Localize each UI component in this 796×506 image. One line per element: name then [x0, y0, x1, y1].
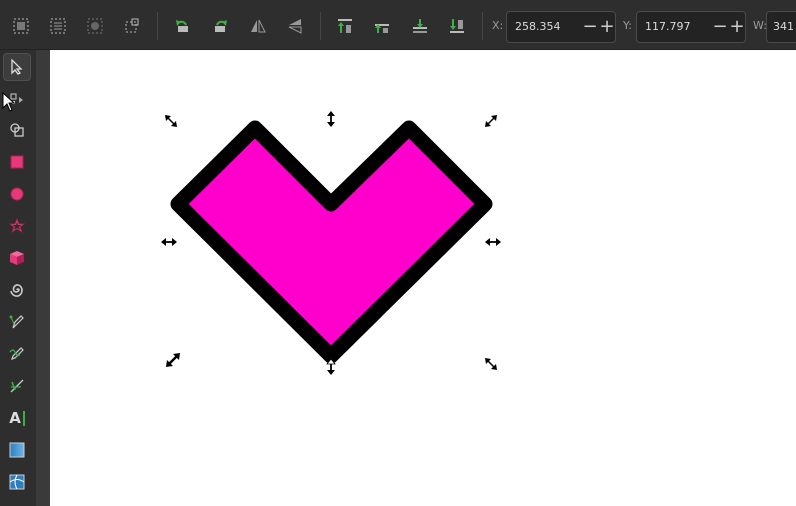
- mesh-icon: [9, 474, 25, 490]
- scale-handle-bottom-right[interactable]: [483, 356, 499, 372]
- toolbox: A: [0, 50, 36, 506]
- select-all-layers-button[interactable]: [46, 14, 70, 38]
- raise-to-top-icon: [338, 19, 352, 33]
- gradient-icon: [9, 442, 25, 458]
- x-value[interactable]: 258.354: [515, 20, 561, 33]
- x-decrement-button[interactable]: −: [581, 17, 599, 37]
- shape-builder-tool-button[interactable]: [3, 116, 31, 144]
- diagonal-arrow-icon: [166, 353, 180, 367]
- raise-icon: [375, 24, 389, 33]
- vertical-arrow-icon: [326, 359, 336, 375]
- text-icon: A: [9, 409, 25, 427]
- x-increment-button[interactable]: +: [598, 17, 616, 37]
- star-icon: [9, 218, 25, 233]
- select-same-icon: [87, 18, 103, 34]
- select-all-button[interactable]: [9, 14, 33, 38]
- horizontal-arrow-icon: [161, 238, 177, 246]
- text-tool-glyph: A: [9, 409, 21, 427]
- w-value[interactable]: 341: [773, 20, 794, 33]
- flip-horizontal-button[interactable]: [246, 14, 270, 38]
- scale-handle-right[interactable]: [485, 234, 501, 250]
- calligraphy-tool-button[interactable]: [3, 372, 31, 400]
- spiral-icon: [10, 284, 23, 297]
- gradient-tool-button[interactable]: [3, 436, 31, 464]
- diagonal-arrow-icon: [485, 115, 497, 127]
- x-coordinate-field[interactable]: 258.354 − +: [506, 11, 616, 43]
- rotate-ccw-icon: [176, 20, 188, 32]
- raise-to-top-button[interactable]: [333, 14, 357, 38]
- rectangle-tool-button[interactable]: [3, 148, 31, 176]
- 3d-box-tool-button[interactable]: [3, 244, 31, 272]
- spiral-tool-button[interactable]: [3, 276, 31, 304]
- tool-controls-bar: X: 258.354 − + Y: 117.797 − + W: 341: [0, 0, 796, 50]
- scale-handle-left[interactable]: [161, 234, 177, 250]
- scale-handle-top-left[interactable]: [163, 113, 179, 129]
- pencil-icon: [9, 347, 24, 360]
- flip-vertical-icon: [288, 19, 302, 34]
- pen-tool-button[interactable]: [3, 308, 31, 336]
- arrow-pointer-icon: [11, 59, 23, 75]
- deselect-button[interactable]: [120, 14, 144, 38]
- vertical-arrow-icon: [327, 111, 335, 127]
- drawing-canvas[interactable]: [50, 50, 796, 506]
- scale-handle-top-right[interactable]: [483, 113, 499, 129]
- deselect-icon: [125, 18, 139, 33]
- selector-tool-button[interactable]: [3, 53, 31, 81]
- shape-builder-icon: [10, 123, 24, 137]
- flip-vertical-button[interactable]: [283, 14, 307, 38]
- star-tool-button[interactable]: [3, 212, 31, 240]
- canvas-svg: [170, 120, 493, 364]
- lower-to-bottom-icon: [450, 19, 464, 33]
- y-value[interactable]: 117.797: [645, 20, 691, 33]
- select-all-icon: [13, 18, 29, 34]
- lower-to-bottom-button[interactable]: [445, 14, 469, 38]
- raise-button[interactable]: [370, 14, 394, 38]
- y-label: Y:: [623, 19, 632, 32]
- pencil-tool-button[interactable]: [3, 340, 31, 368]
- layers-select-icon: [50, 18, 66, 34]
- pen-icon: [9, 315, 24, 329]
- rotate-ccw-button[interactable]: [171, 14, 195, 38]
- mouse-cursor-icon: [2, 91, 16, 116]
- lower-icon: [413, 19, 427, 33]
- rotate-cw-button[interactable]: [208, 14, 232, 38]
- text-tool-button[interactable]: A: [3, 404, 31, 432]
- y-decrement-button[interactable]: −: [711, 17, 729, 37]
- y-increment-button[interactable]: +: [728, 17, 746, 37]
- circle-icon: [10, 187, 24, 201]
- cube-icon: [10, 251, 24, 265]
- ellipse-tool-button[interactable]: [3, 180, 31, 208]
- scale-handle-bottom-left[interactable]: [165, 352, 181, 368]
- heart-shape[interactable]: [170, 120, 493, 364]
- toolbox-border: [36, 50, 50, 506]
- scale-handle-bottom[interactable]: [323, 359, 339, 375]
- mesh-tool-button[interactable]: [3, 468, 31, 496]
- rotate-cw-icon: [215, 20, 227, 32]
- flip-horizontal-icon: [251, 19, 266, 33]
- scale-handle-top[interactable]: [323, 111, 339, 127]
- diagonal-arrow-icon: [165, 115, 177, 127]
- horizontal-arrow-icon: [485, 238, 501, 246]
- select-same-button[interactable]: [83, 14, 107, 38]
- width-field[interactable]: 341: [766, 11, 796, 43]
- calligraphy-icon: [10, 379, 24, 393]
- y-coordinate-field[interactable]: 117.797 − +: [636, 11, 746, 43]
- x-label: X:: [492, 19, 504, 32]
- diagonal-arrow-icon: [485, 358, 497, 370]
- rectangle-icon: [10, 155, 24, 169]
- lower-button[interactable]: [408, 14, 432, 38]
- w-label: W:: [753, 19, 767, 32]
